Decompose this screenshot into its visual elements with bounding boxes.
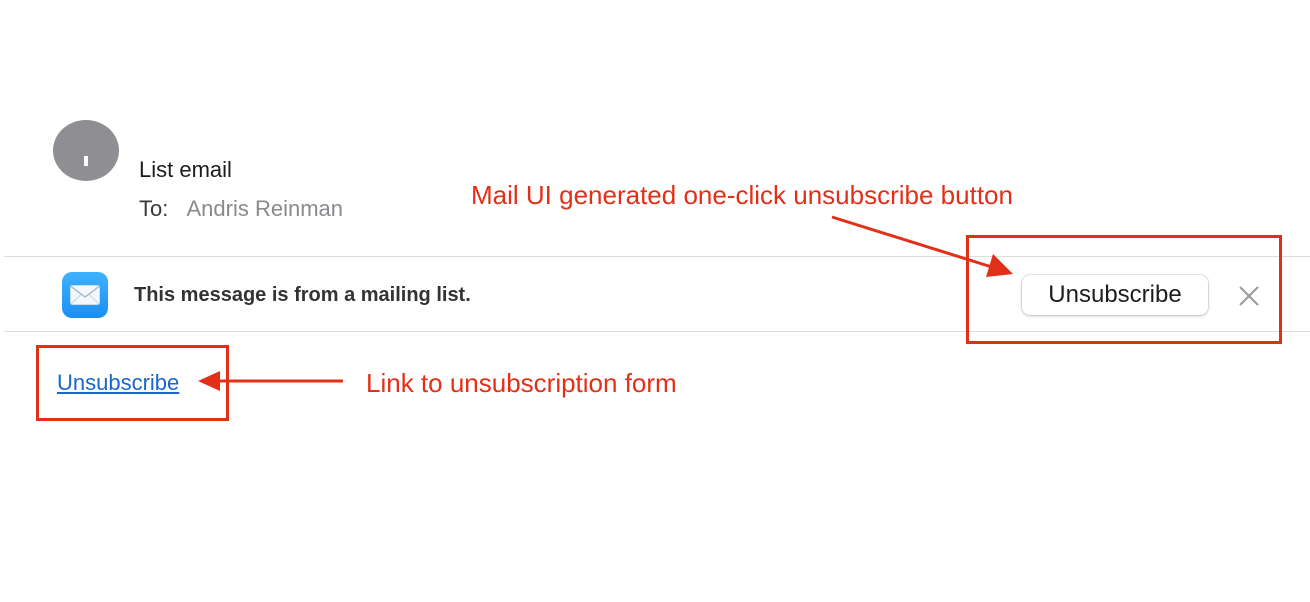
arrow-to-button xyxy=(831,215,1013,277)
arrow-to-link xyxy=(198,371,343,391)
annotation-arrows xyxy=(198,215,1013,391)
